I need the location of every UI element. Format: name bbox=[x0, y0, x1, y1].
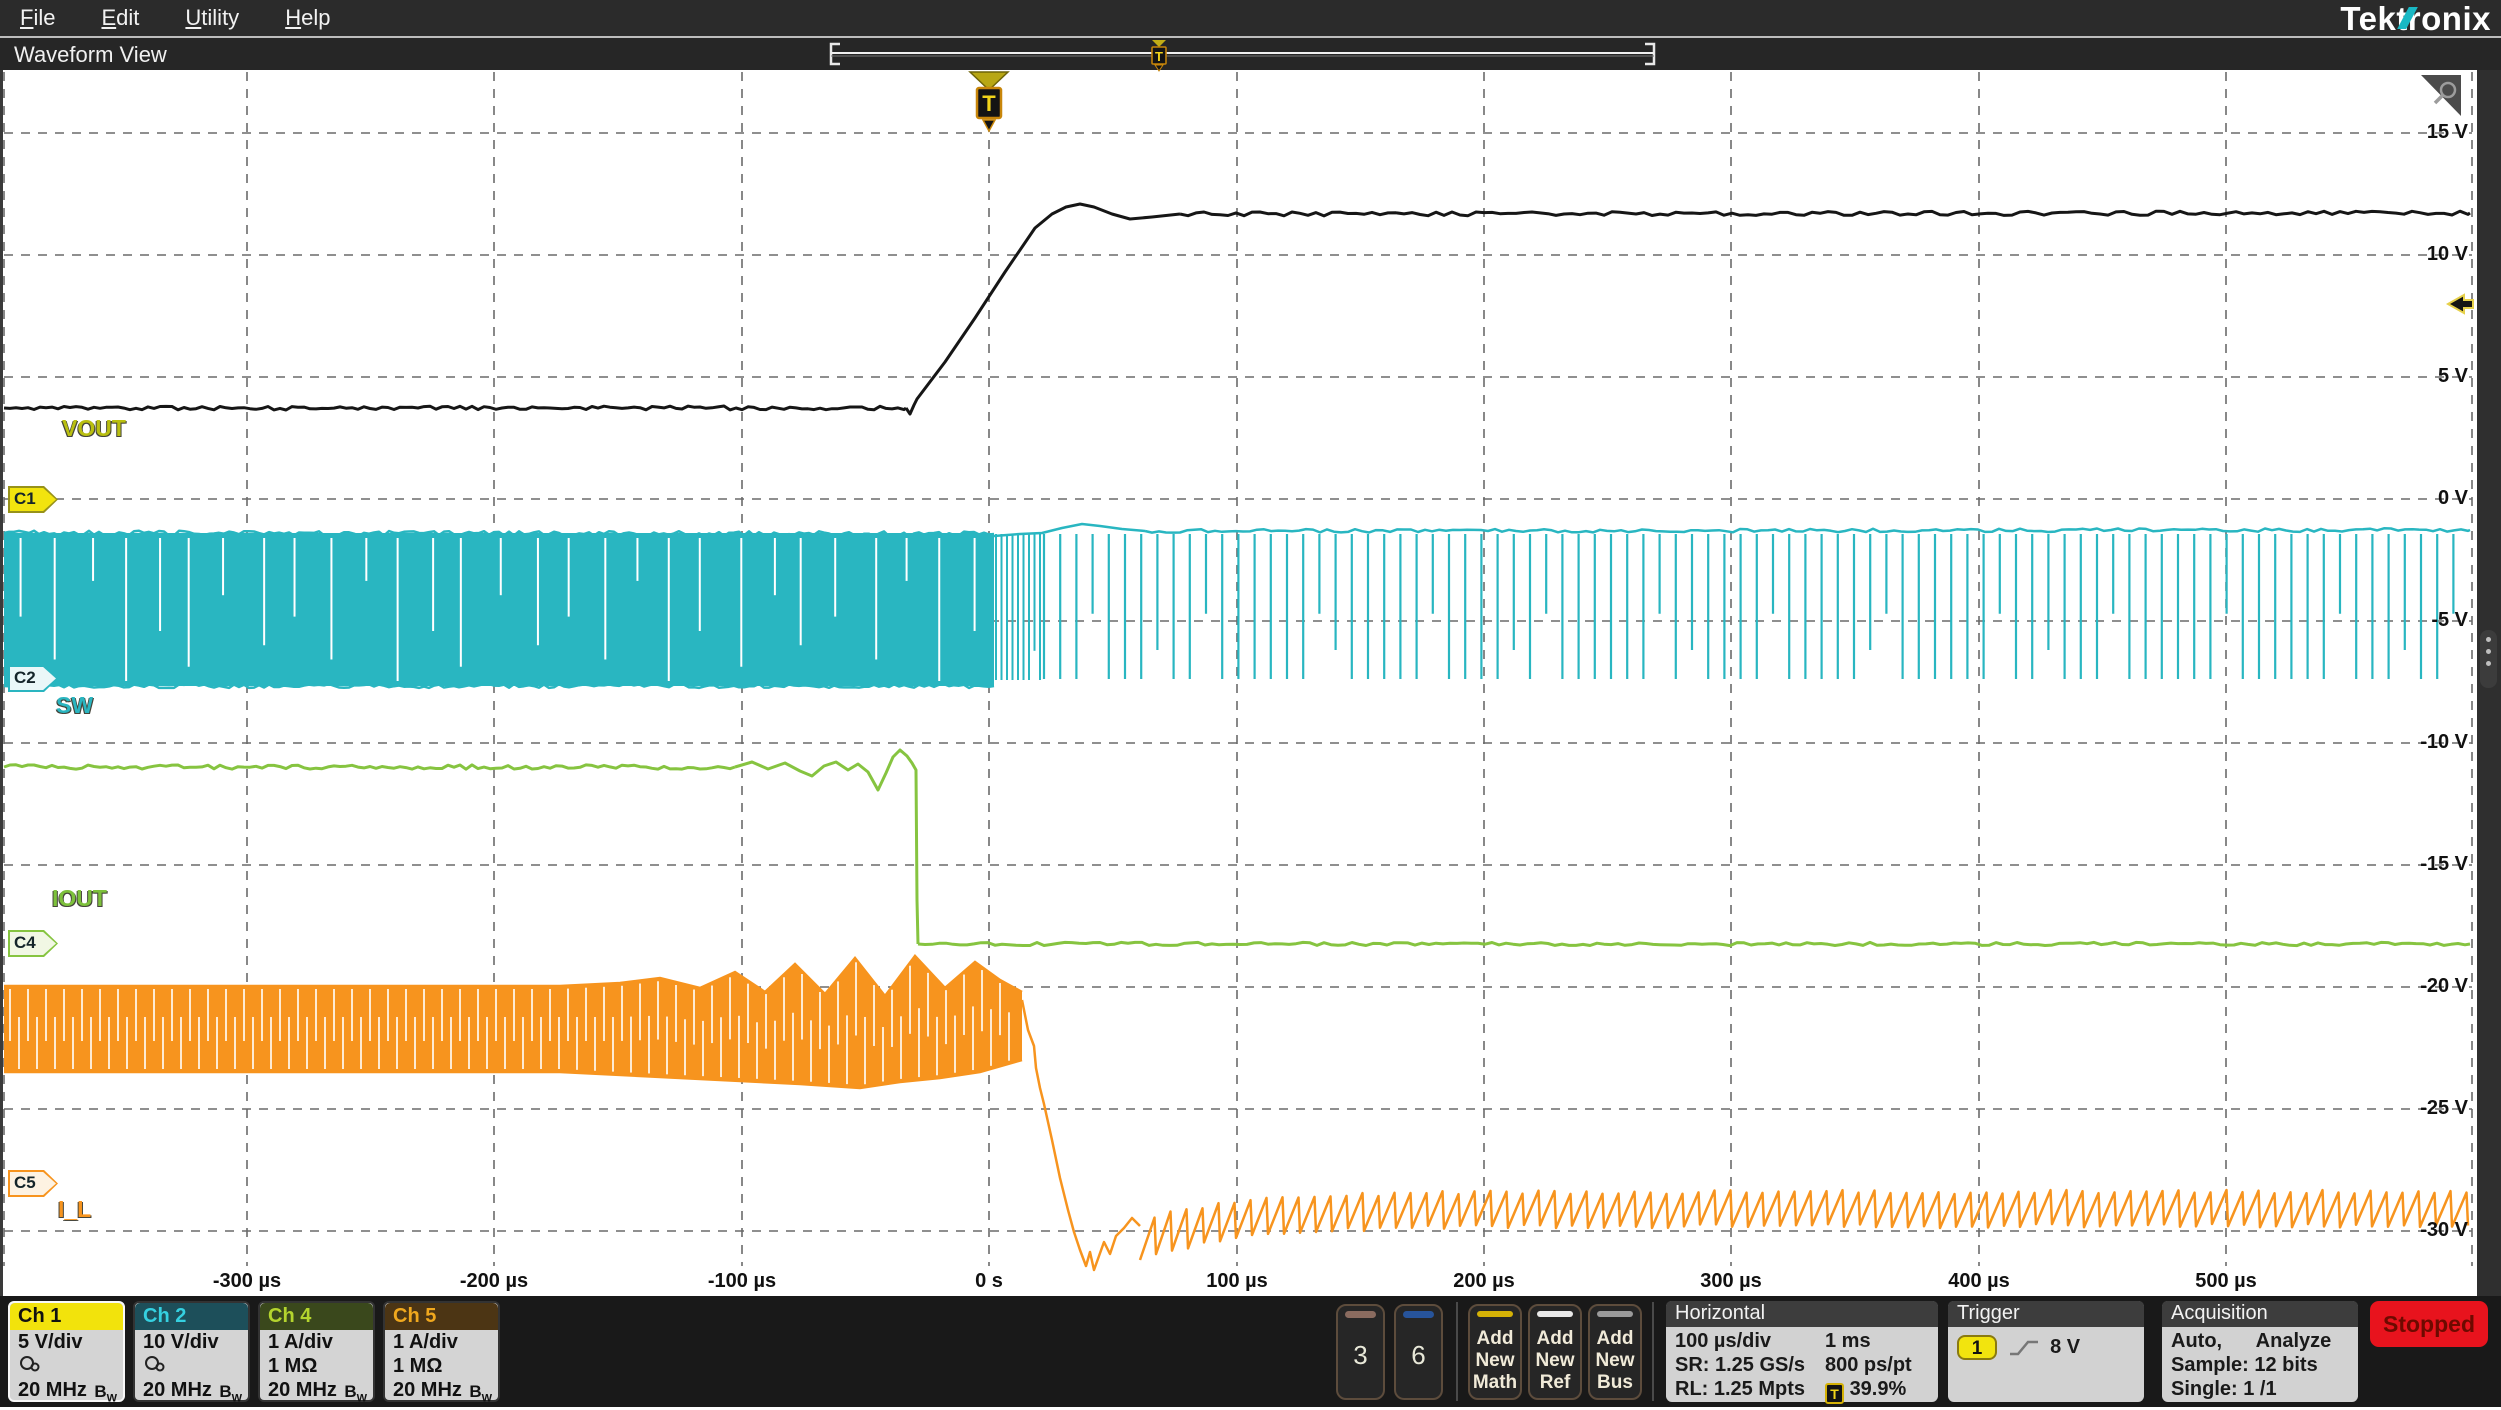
minimap-trigger-marker[interactable]: T bbox=[1152, 40, 1166, 71]
resolution: 800 ps/pt bbox=[1825, 1353, 1912, 1377]
channel5-header: Ch 5 bbox=[385, 1303, 498, 1330]
channel6-add-button[interactable]: 6 bbox=[1394, 1304, 1443, 1400]
acquisition-sample: Sample: 12 bits bbox=[2171, 1353, 2358, 1377]
add-new-math-button[interactable]: Add New Math bbox=[1468, 1304, 1522, 1400]
menu-utility[interactable]: Utility bbox=[185, 5, 239, 31]
bandwidth-limit-badge: BW bbox=[344, 1380, 367, 1410]
menu-help[interactable]: Help bbox=[285, 5, 330, 31]
trigger-position-percent: 39.9% bbox=[1850, 1378, 1907, 1400]
channel4-scale: 1 A/div bbox=[260, 1330, 373, 1354]
tektronix-logo: Tektronix bbox=[2340, 0, 2491, 38]
menu-edit[interactable]: Edit bbox=[101, 5, 139, 31]
stopped-status-button[interactable]: Stopped bbox=[2370, 1301, 2488, 1347]
horizontal-title: Horizontal bbox=[1666, 1301, 1938, 1327]
add-new-ref-button[interactable]: Add New Ref bbox=[1528, 1304, 1582, 1400]
scope-graticule-and-traces bbox=[0, 0, 2501, 1407]
add-new-bus-button[interactable]: Add New Bus bbox=[1588, 1304, 1642, 1400]
channel3-add-button[interactable]: 3 bbox=[1336, 1304, 1385, 1400]
trigger-mini-icon: T bbox=[1825, 1383, 1844, 1404]
rising-edge-icon bbox=[2007, 1337, 2041, 1359]
separator bbox=[1456, 1302, 1458, 1401]
separator bbox=[1652, 1302, 1654, 1401]
svg-text:T: T bbox=[1155, 49, 1163, 64]
channel4-panel[interactable]: Ch 4 1 A/div 1 MΩ 20 MHz BW bbox=[258, 1301, 375, 1402]
acquisition-single: Single: 1 /1 bbox=[2171, 1377, 2358, 1401]
trace-I_L bbox=[4, 956, 2468, 1270]
trigger-title: Trigger bbox=[1948, 1301, 2144, 1327]
bandwidth-limit-badge: BW bbox=[94, 1380, 117, 1410]
channel4-header: Ch 4 bbox=[260, 1303, 373, 1330]
trigger-panel[interactable]: Trigger 1 8 V bbox=[1948, 1301, 2144, 1402]
record-view-minimap[interactable]: T bbox=[0, 38, 2501, 72]
channel1-header: Ch 1 bbox=[10, 1303, 123, 1330]
drag-handle[interactable] bbox=[2480, 630, 2497, 688]
channel1-bandwidth: 20 MHz bbox=[18, 1379, 87, 1401]
channel2-bandwidth: 20 MHz bbox=[143, 1379, 212, 1401]
channel1-reference-marker[interactable]: C1 bbox=[8, 486, 58, 513]
channel1-panel[interactable]: Ch 1 5 V/div 20 MHz BW bbox=[8, 1301, 125, 1402]
menu-bar: File Edit Utility Help Tektronix bbox=[0, 0, 2501, 36]
acquisition-analyze: Analyze bbox=[2256, 1330, 2332, 1352]
channel2-panel[interactable]: Ch 2 10 V/div 20 MHz BW bbox=[133, 1301, 250, 1402]
menu-file[interactable]: File bbox=[20, 5, 55, 31]
bandwidth-limit-badge: BW bbox=[219, 1380, 242, 1410]
horizontal-scale: 100 µs/div bbox=[1675, 1329, 1825, 1353]
channel5-panel[interactable]: Ch 5 1 A/div 1 MΩ 20 MHz BW bbox=[383, 1301, 500, 1402]
channel1-scale: 5 V/div bbox=[10, 1330, 123, 1354]
acquisition-panel[interactable]: Acquisition Auto, Analyze Sample: 12 bit… bbox=[2162, 1301, 2358, 1402]
channel5-scale: 1 A/div bbox=[385, 1330, 498, 1354]
horizontal-duration: 1 ms bbox=[1825, 1329, 1871, 1353]
horizontal-panel[interactable]: Horizontal 100 µs/div 1 ms SR: 1.25 GS/s… bbox=[1666, 1301, 1938, 1402]
channel5-reference-marker[interactable]: C5 bbox=[8, 1170, 58, 1197]
channel4-reference-marker[interactable]: C4 bbox=[8, 930, 58, 957]
channel5-bandwidth: 20 MHz bbox=[393, 1379, 462, 1401]
probe-icon bbox=[18, 1354, 44, 1374]
acquisition-title: Acquisition bbox=[2162, 1301, 2358, 1327]
bottom-control-bar: Ch 1 5 V/div 20 MHz BW Ch 2 10 V/div 20 … bbox=[0, 1296, 2501, 1407]
trigger-level: 8 V bbox=[2050, 1336, 2080, 1358]
channel2-header: Ch 2 bbox=[135, 1303, 248, 1330]
channel2-reference-marker[interactable]: C2 bbox=[8, 665, 58, 692]
trace-IOUT bbox=[4, 750, 2470, 946]
sample-rate: SR: 1.25 GS/s bbox=[1675, 1353, 1825, 1377]
channel4-bandwidth: 20 MHz bbox=[268, 1379, 337, 1401]
bandwidth-limit-badge: BW bbox=[469, 1380, 492, 1410]
svg-text:T: T bbox=[982, 91, 996, 116]
waveform-view-titlebar: Waveform View T bbox=[0, 36, 2501, 70]
trigger-source-badge: 1 bbox=[1957, 1335, 1997, 1360]
channel5-impedance: 1 MΩ bbox=[385, 1354, 498, 1378]
probe-icon bbox=[143, 1354, 169, 1374]
record-length: RL: 1.25 Mpts bbox=[1675, 1377, 1825, 1404]
channel4-impedance: 1 MΩ bbox=[260, 1354, 373, 1378]
channel2-scale: 10 V/div bbox=[135, 1330, 248, 1354]
acquisition-mode: Auto, bbox=[2171, 1330, 2222, 1352]
